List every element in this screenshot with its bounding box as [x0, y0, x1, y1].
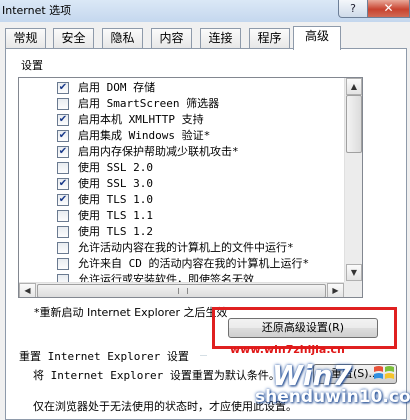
checkbox[interactable]: ✔ — [57, 114, 69, 126]
checkbox[interactable]: ✔ — [57, 194, 69, 206]
tab-general[interactable]: 常规 — [5, 28, 46, 49]
watermark-domain: shenduwin10.com — [255, 387, 410, 407]
tab-connections[interactable]: 连接 — [200, 28, 241, 49]
checkbox[interactable] — [57, 258, 69, 270]
tab-programs[interactable]: 程序 — [249, 28, 290, 49]
vertical-scroll-thumb[interactable] — [346, 95, 362, 153]
scroll-left-icon[interactable]: ◀ — [19, 283, 36, 297]
tab-security[interactable]: 安全 — [53, 28, 94, 49]
checkbox[interactable]: ✔ — [57, 82, 69, 94]
tab-advanced[interactable]: 高级 — [293, 26, 341, 50]
scroll-right-icon[interactable]: ▶ — [327, 283, 344, 297]
horizontal-scrollbar[interactable]: ◀ ▶ — [19, 282, 344, 297]
checkbox[interactable]: ✔ — [57, 146, 69, 158]
settings-group-label: 设置 — [21, 59, 43, 72]
checkbox[interactable] — [57, 98, 69, 110]
horizontal-scroll-thumb[interactable] — [37, 284, 326, 297]
tab-content[interactable]: 内容 — [151, 28, 192, 49]
checkbox[interactable] — [57, 210, 69, 222]
windows-flag-icon — [374, 366, 394, 379]
help-button[interactable]: ? — [338, 0, 368, 18]
restart-note: *重新启动 Internet Explorer 之后生效 — [34, 306, 228, 319]
grip-icon — [178, 288, 188, 294]
checkbox[interactable]: ✔ — [57, 130, 69, 142]
checkbox[interactable] — [57, 162, 69, 174]
checkbox[interactable] — [57, 226, 69, 238]
scrollbar-corner — [344, 282, 362, 297]
tab-privacy[interactable]: 隐私 — [102, 28, 143, 49]
checkbox[interactable] — [57, 242, 69, 254]
reset-heading: 重置 Internet Explorer 设置 — [19, 350, 189, 363]
scroll-down-icon[interactable]: ▼ — [346, 264, 362, 281]
title-bar: Internet 选项 ? ✕ — [0, 0, 410, 22]
settings-list[interactable]: ✔ 启用 DOM 存储 启用 SmartScreen 筛选器 ✔ 启用本机 XM… — [18, 77, 363, 298]
checkbox[interactable]: ✔ — [57, 178, 69, 190]
scroll-up-icon[interactable]: ▲ — [346, 78, 362, 95]
window-title: Internet 选项 — [2, 4, 72, 17]
vertical-scrollbar[interactable]: ▲ ▼ — [344, 78, 362, 282]
close-button[interactable]: ✕ — [367, 0, 410, 18]
divider — [200, 355, 207, 356]
reset-description: 将 Internet Explorer 设置重置为默认条件。 — [33, 369, 280, 382]
watermark-site: www.win7zhijia.cn — [230, 343, 345, 356]
